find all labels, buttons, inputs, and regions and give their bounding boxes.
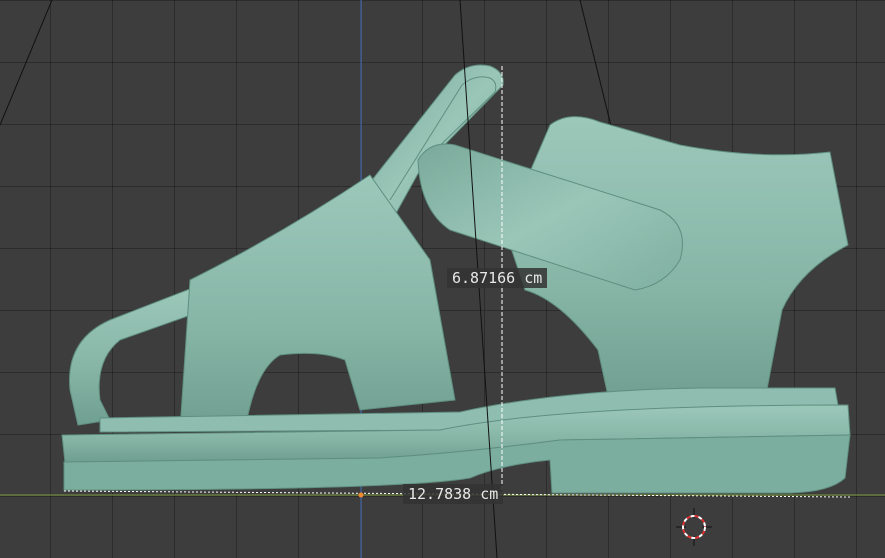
3d-cursor-icon[interactable]: [676, 508, 712, 546]
origin-point: [358, 492, 364, 498]
front-upper[interactable]: [179, 174, 456, 431]
length-measure-label: 12.7838 cm: [403, 484, 504, 504]
viewport-scene[interactable]: [0, 0, 885, 558]
perspective-line-left: [0, 0, 53, 126]
height-measure-label: 6.87166 cm: [447, 268, 548, 288]
perspective-line-right: [579, 0, 613, 131]
3d-viewport[interactable]: 6.87166 cm 12.7838 cm: [0, 0, 885, 558]
